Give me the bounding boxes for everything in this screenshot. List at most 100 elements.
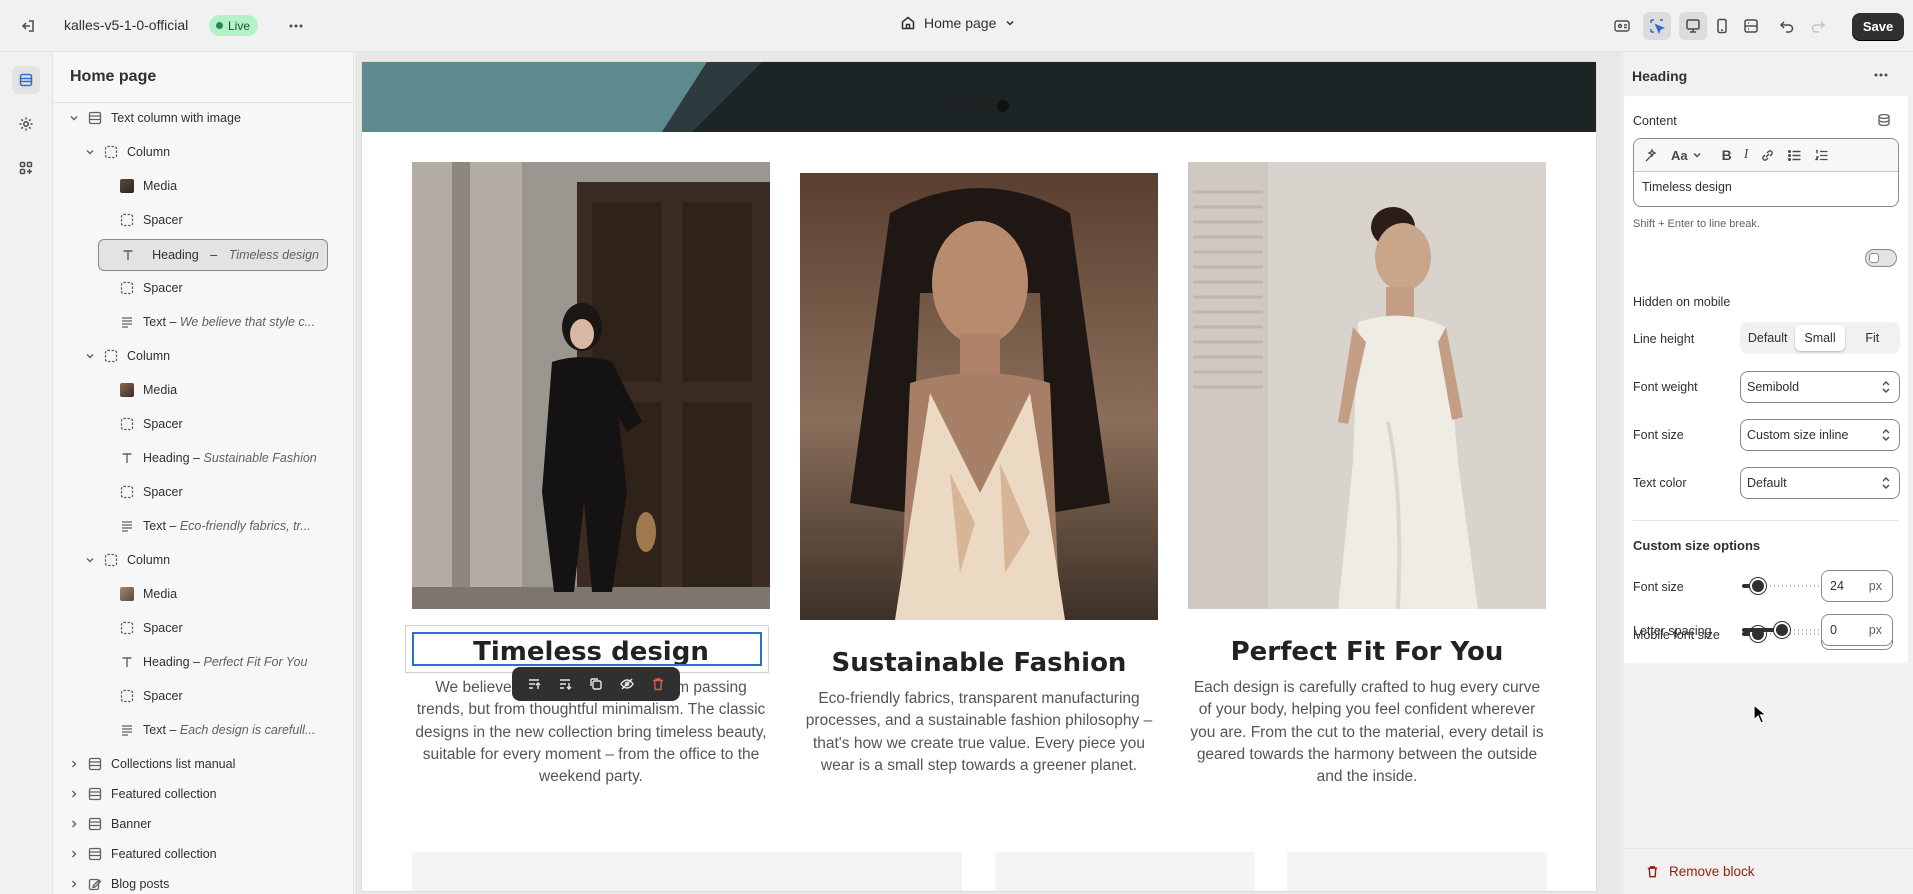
more-actions-icon[interactable]	[282, 12, 310, 40]
text-style-icon[interactable]: Aa	[1671, 148, 1702, 163]
column-heading[interactable]: Perfect Fit For You	[1188, 637, 1546, 667]
inspector-icon[interactable]	[1608, 12, 1636, 40]
slider-knob[interactable]	[1750, 578, 1766, 594]
chevron-right-icon[interactable]	[67, 819, 81, 829]
text-color-select[interactable]: Default	[1740, 467, 1900, 499]
tree-section-collections-list[interactable]: Collections list manual	[67, 749, 337, 779]
slider-knob[interactable]	[1774, 622, 1790, 638]
more-options-icon[interactable]	[1867, 61, 1895, 89]
tree-block-spacer[interactable]: Spacer	[113, 205, 337, 235]
font-size-slider[interactable]	[1740, 578, 1822, 594]
tree-group-column[interactable]: Column	[83, 137, 337, 167]
spacer-icon	[119, 280, 135, 296]
sections-icon[interactable]	[12, 66, 40, 94]
letter-spacing-slider[interactable]	[1740, 622, 1822, 638]
line-height-option-fit[interactable]: Fit	[1848, 325, 1897, 351]
chevron-right-icon[interactable]	[67, 759, 81, 769]
tree-block-heading[interactable]: Heading – Perfect Fit For You	[113, 647, 337, 677]
delete-icon[interactable]	[650, 676, 666, 692]
content-input[interactable]: Timeless design	[1634, 172, 1898, 202]
chevron-down-icon[interactable]	[83, 147, 97, 157]
tree-section-banner[interactable]: Banner	[67, 809, 337, 839]
full-width-view-icon[interactable]	[1737, 12, 1765, 40]
bullet-list-icon[interactable]	[1787, 148, 1802, 163]
letter-spacing-number-input[interactable]: 0 px	[1821, 614, 1893, 646]
tree-block-heading-selected[interactable]: Heading – Timeless design	[98, 239, 328, 271]
tree-section-text-column[interactable]: Text column with image	[67, 103, 337, 133]
tree-block-spacer[interactable]: Spacer	[113, 613, 337, 643]
column-text[interactable]: Each design is carefully crafted to hug …	[1186, 677, 1548, 788]
chevron-down-icon[interactable]	[83, 351, 97, 361]
tree-group-column[interactable]: Column	[83, 341, 337, 371]
tree-label: Spacer	[143, 621, 183, 635]
bold-icon[interactable]: B	[1722, 147, 1732, 163]
move-down-icon[interactable]	[557, 676, 573, 692]
tree-label: Spacer	[143, 213, 183, 227]
chevron-right-icon[interactable]	[67, 789, 81, 799]
font-weight-select[interactable]: Semibold	[1740, 371, 1900, 403]
mobile-view-icon[interactable]	[1708, 12, 1736, 40]
chevron-down-icon[interactable]	[67, 113, 81, 123]
panel-footer-divider	[1623, 848, 1913, 849]
hidden-on-mobile-toggle[interactable]	[1865, 249, 1897, 267]
select-tool-icon[interactable]	[1643, 12, 1671, 40]
line-height-option-default[interactable]: Default	[1743, 325, 1792, 351]
chevron-right-icon[interactable]	[67, 849, 81, 859]
text-icon	[119, 450, 135, 466]
tree-block-heading[interactable]: Heading – Sustainable Fashion	[113, 443, 337, 473]
redo-icon[interactable]	[1804, 12, 1832, 40]
dynamic-source-icon[interactable]	[1877, 113, 1891, 127]
tree-label: Text column with image	[111, 111, 241, 125]
exit-icon[interactable]	[14, 12, 42, 40]
tree-block-spacer[interactable]: Spacer	[113, 409, 337, 439]
section-sidebar: Home page Text column with image Column …	[52, 52, 401, 894]
select-arrows-icon	[1882, 477, 1890, 489]
save-button[interactable]: Save	[1852, 13, 1904, 40]
next-section-placeholder	[995, 852, 1255, 891]
slide-dot[interactable]	[997, 100, 1009, 112]
line-height-option-small[interactable]: Small	[1795, 325, 1845, 351]
duplicate-icon[interactable]	[588, 676, 604, 692]
spacer-icon	[119, 416, 135, 432]
slide-dot[interactable]	[976, 100, 988, 112]
tree-block-media[interactable]: Media	[113, 579, 337, 609]
font-size-number-input[interactable]: 24 px	[1821, 570, 1893, 602]
numbered-list-icon[interactable]	[1814, 148, 1829, 163]
tree-block-spacer[interactable]: Spacer	[113, 681, 337, 711]
tree-label: Heading	[143, 655, 190, 669]
tree-block-media[interactable]: Media	[113, 375, 337, 405]
move-up-icon[interactable]	[526, 676, 542, 692]
tree-section-blog-posts[interactable]: Blog posts	[67, 869, 337, 894]
remove-block-button[interactable]: Remove block	[1645, 864, 1755, 879]
tree-section-featured-collection[interactable]: Featured collection	[67, 839, 337, 869]
tree-block-spacer[interactable]: Spacer	[113, 477, 337, 507]
theme-settings-icon[interactable]	[12, 110, 40, 138]
column-text[interactable]: Eco-friendly fabrics, transparent manufa…	[798, 688, 1160, 777]
apps-icon[interactable]	[12, 154, 40, 182]
undo-icon[interactable]	[1773, 12, 1801, 40]
slideshow-dots[interactable]	[955, 100, 1009, 112]
tree-block-text[interactable]: Text – Each design is carefull...	[113, 715, 337, 745]
page-selector[interactable]: Home page	[900, 15, 1016, 31]
rich-text-editor: Aa B I Timeless design	[1633, 138, 1899, 207]
tree-label: Column	[127, 145, 171, 159]
slide-dot[interactable]	[955, 100, 967, 112]
hide-icon[interactable]	[619, 676, 635, 692]
tree-block-text[interactable]: Text – Eco-friendly fabrics, tr...	[113, 511, 337, 541]
font-size-select[interactable]: Custom size inline	[1740, 419, 1900, 451]
tree-group-column[interactable]: Column	[83, 545, 337, 575]
chevron-down-icon[interactable]	[83, 555, 97, 565]
desktop-view-icon[interactable]	[1679, 12, 1707, 40]
settings-card: Content Aa B I Timeless design Shift + E…	[1624, 96, 1908, 663]
tree-label: Media	[143, 383, 178, 397]
column-heading[interactable]: Sustainable Fashion	[800, 648, 1158, 678]
tree-block-media[interactable]: Media	[113, 171, 337, 201]
chevron-right-icon[interactable]	[67, 879, 81, 889]
home-icon	[901, 16, 915, 30]
link-icon[interactable]	[1760, 148, 1775, 163]
tree-block-text[interactable]: Text – We believe that style c...	[113, 307, 337, 337]
tree-block-spacer[interactable]: Spacer	[113, 273, 337, 303]
tree-section-featured-collection[interactable]: Featured collection	[67, 779, 337, 809]
ai-sparkle-icon[interactable]	[1644, 148, 1659, 163]
italic-icon[interactable]: I	[1744, 147, 1749, 163]
